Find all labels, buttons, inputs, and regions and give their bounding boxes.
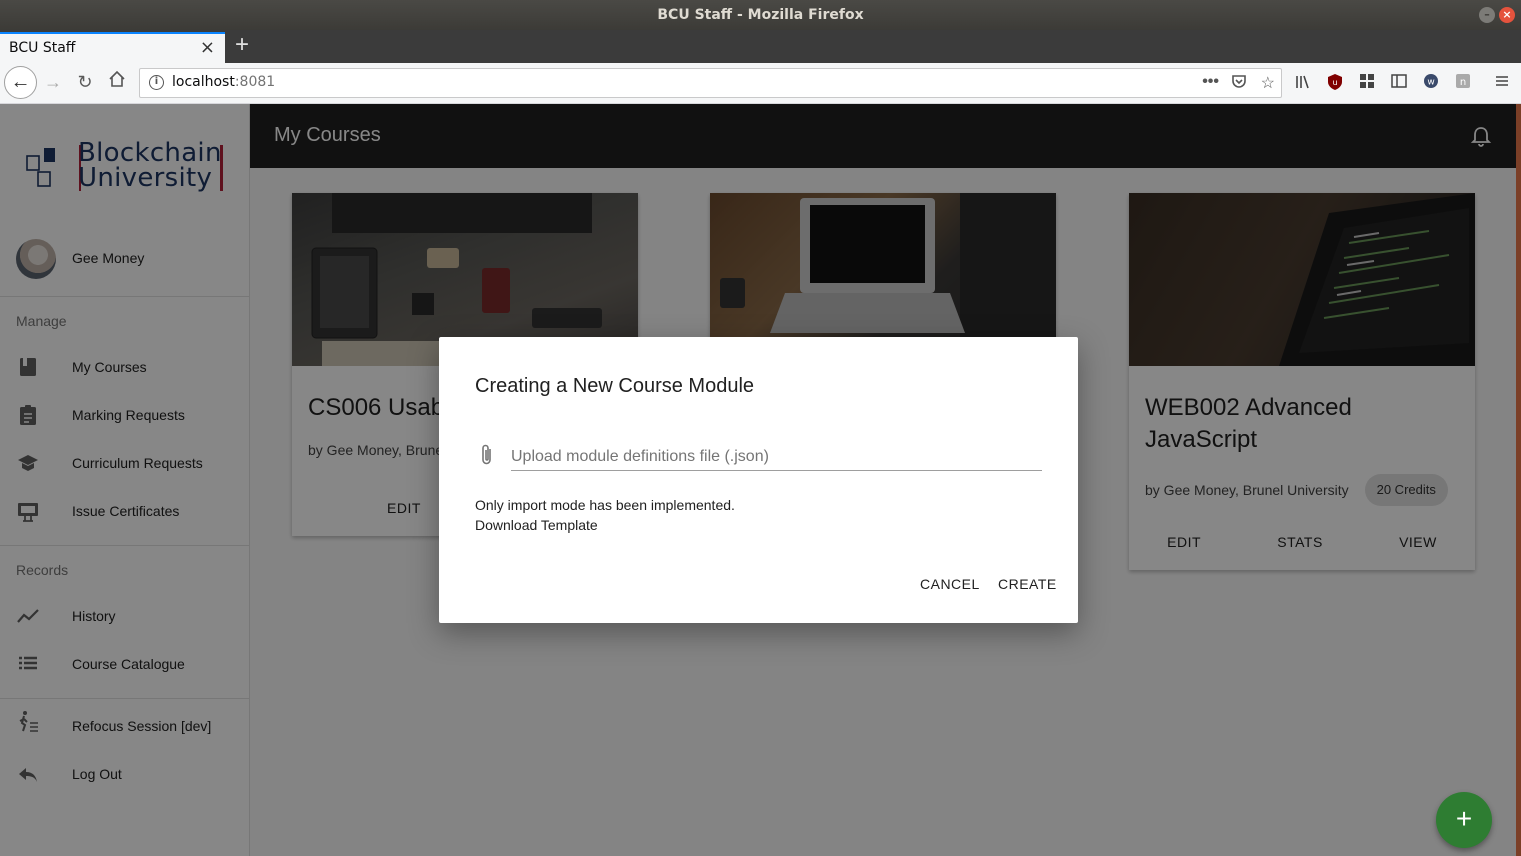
attachment-icon[interactable] bbox=[477, 443, 497, 467]
extension-icon[interactable]: n bbox=[1454, 73, 1472, 91]
menu-icon[interactable] bbox=[1493, 73, 1511, 91]
ublock-icon[interactable]: u bbox=[1326, 73, 1344, 91]
pocket-icon[interactable] bbox=[1231, 73, 1247, 94]
dialog-note: Only import mode has been implemented. bbox=[475, 497, 735, 513]
url-port: :8081 bbox=[234, 74, 276, 90]
download-template-link[interactable]: Download Template bbox=[475, 517, 598, 533]
new-tab-button[interactable]: + bbox=[230, 32, 254, 60]
create-module-dialog: Creating a New Course Module Only import… bbox=[439, 337, 1078, 623]
svg-text:w: w bbox=[1427, 78, 1434, 88]
wallabag-icon[interactable]: w bbox=[1422, 73, 1440, 91]
site-info-icon[interactable]: i bbox=[149, 75, 164, 90]
browser-tab-title: BCU Staff bbox=[9, 40, 76, 56]
close-window-icon[interactable]: × bbox=[1499, 7, 1515, 23]
url-host: localhost bbox=[172, 74, 235, 90]
dialog-title: Creating a New Course Module bbox=[475, 375, 755, 397]
extensions-grid-icon[interactable] bbox=[1358, 73, 1376, 91]
add-course-fab[interactable]: + bbox=[1436, 792, 1492, 848]
forward-icon[interactable]: → bbox=[41, 70, 65, 94]
create-button[interactable]: CREATE bbox=[998, 576, 1057, 592]
url-text: localhost:8081 bbox=[172, 74, 275, 90]
browser-tab[interactable]: BCU Staff × bbox=[0, 32, 225, 63]
window-titlebar: BCU Staff - Mozilla Firefox – × bbox=[0, 0, 1521, 30]
page-actions-icon[interactable]: ••• bbox=[1202, 73, 1219, 91]
bookmark-star-icon[interactable]: ☆ bbox=[1261, 73, 1275, 93]
home-icon[interactable] bbox=[105, 70, 129, 94]
cancel-button[interactable]: CANCEL bbox=[920, 576, 980, 592]
navigation-toolbar: ← → ↻ i localhost:8081 ••• ☆ u w n bbox=[0, 63, 1521, 104]
svg-text:n: n bbox=[1460, 77, 1466, 88]
library-icon[interactable] bbox=[1294, 73, 1312, 91]
upload-file-input[interactable] bbox=[511, 443, 1042, 471]
window-title: BCU Staff - Mozilla Firefox bbox=[657, 7, 864, 23]
url-bar[interactable]: i localhost:8081 ••• ☆ bbox=[139, 68, 1282, 98]
sidebar-toggle-icon[interactable] bbox=[1390, 73, 1408, 91]
tab-strip: BCU Staff × + bbox=[0, 30, 1521, 63]
svg-text:u: u bbox=[1332, 78, 1337, 87]
back-icon[interactable]: ← bbox=[4, 66, 37, 99]
close-tab-icon[interactable]: × bbox=[200, 34, 215, 62]
reload-icon[interactable]: ↻ bbox=[73, 70, 97, 94]
minimize-icon[interactable]: – bbox=[1479, 7, 1495, 23]
